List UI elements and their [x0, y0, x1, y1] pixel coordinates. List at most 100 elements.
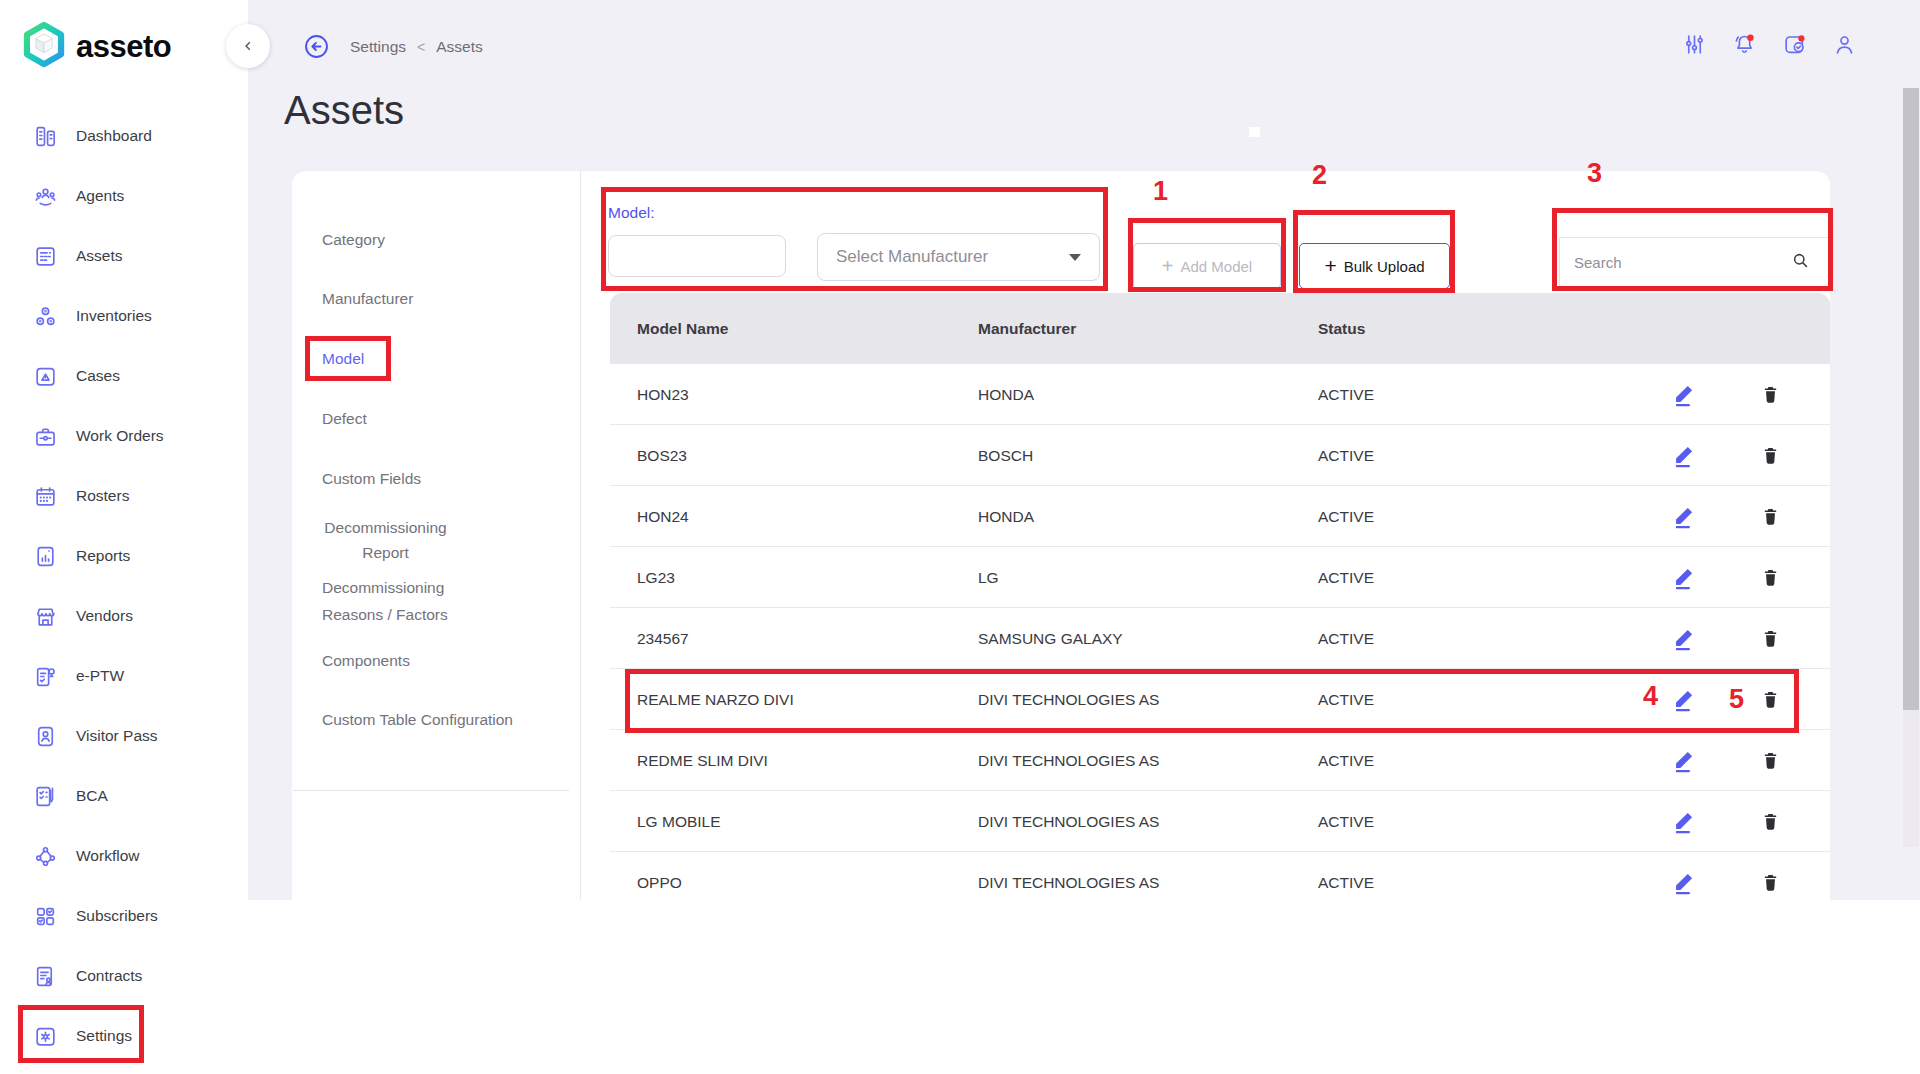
visitor-pass-icon	[33, 724, 58, 749]
delete-icon[interactable]	[1748, 791, 1792, 852]
submenu-item-defect[interactable]: Defect	[322, 409, 367, 429]
table-row: OPPODIVI TECHNOLOGIES ASACTIVE	[610, 852, 1830, 900]
workflow-icon	[33, 844, 58, 869]
assets-icon	[33, 244, 58, 269]
delete-icon[interactable]	[1748, 486, 1792, 547]
cell-status: ACTIVE	[1318, 730, 1374, 791]
cell-manufacturer: DIVI TECHNOLOGIES AS	[978, 791, 1159, 852]
cell-manufacturer: HONDA	[978, 364, 1034, 425]
sidebar-item-dashboard[interactable]: Dashboard	[0, 106, 248, 166]
annotation-number-2: 2	[1312, 160, 1327, 191]
back-button[interactable]	[303, 33, 330, 60]
sidebar-nav: DashboardAgentsAssetsInventoriesCasesWor…	[0, 106, 248, 1066]
sidebar-item-work-orders[interactable]: Work Orders	[0, 406, 248, 466]
delete-icon[interactable]	[1748, 730, 1792, 791]
cell-manufacturer: LG	[978, 547, 999, 608]
sidebar-item-reports[interactable]: Reports	[0, 526, 248, 586]
cell-status: ACTIVE	[1318, 364, 1374, 425]
annotation-number-4: 4	[1643, 681, 1658, 712]
sidebar-item-visitor-pass[interactable]: Visitor Pass	[0, 706, 248, 766]
table-row: LG MOBILEDIVI TECHNOLOGIES ASACTIVE	[610, 791, 1830, 852]
edit-icon[interactable]	[1660, 791, 1706, 852]
notifications-icon[interactable]	[1732, 32, 1760, 60]
cell-manufacturer: SAMSUNG GALAXY	[978, 608, 1123, 669]
annotation-box-settings	[18, 1005, 144, 1063]
filters-icon[interactable]	[1682, 32, 1710, 60]
table-body: HON23HONDAACTIVEBOS23BOSCHACTIVEHON24HON…	[610, 364, 1830, 900]
delete-icon[interactable]	[1748, 608, 1792, 669]
e-ptw-icon	[33, 664, 58, 689]
delete-icon[interactable]	[1748, 547, 1792, 608]
submenu-item-manufacturer[interactable]: Manufacturer	[322, 289, 413, 309]
breadcrumb: Settings < Assets	[350, 38, 483, 56]
sidebar-collapse-button[interactable]	[226, 24, 270, 68]
delete-icon[interactable]	[1748, 425, 1792, 486]
reports-icon	[33, 544, 58, 569]
submenu-item-decommissioning-report[interactable]: Decommissioning Report	[322, 515, 449, 565]
cell-status: ACTIVE	[1318, 852, 1374, 900]
sidebar-item-assets[interactable]: Assets	[0, 226, 248, 286]
submenu-item-category[interactable]: Category	[322, 230, 385, 250]
scrollbar-thumb[interactable]	[1903, 88, 1919, 710]
submenu-item-components[interactable]: Components	[322, 651, 410, 671]
column-header-status: Status	[1318, 293, 1365, 364]
sidebar-item-bca[interactable]: BCA	[0, 766, 248, 826]
edit-icon[interactable]	[1660, 425, 1706, 486]
annotation-box-1-add-model	[1128, 218, 1286, 292]
sidebar-item-agents[interactable]: Agents	[0, 166, 248, 226]
edit-icon[interactable]	[1660, 547, 1706, 608]
scrollbar-track[interactable]	[1903, 88, 1919, 847]
delete-icon[interactable]	[1748, 852, 1792, 900]
sidebar-item-e-ptw[interactable]: e-PTW	[0, 646, 248, 706]
cell-status: ACTIVE	[1318, 486, 1374, 547]
submenu-bottom-divider	[293, 790, 569, 791]
submenu-item-custom-table-configuration[interactable]: Custom Table Configuration	[322, 710, 513, 730]
dashboard-icon	[33, 124, 58, 149]
delete-icon[interactable]	[1748, 364, 1792, 425]
breadcrumb-separator: <	[417, 39, 425, 55]
sidebar-item-subscribers[interactable]: Subscribers	[0, 886, 248, 946]
table-row: HON24HONDAACTIVE	[610, 486, 1830, 547]
approvals-icon[interactable]	[1782, 32, 1810, 60]
logo[interactable]: asseto	[21, 21, 171, 72]
table-row: REDME SLIM DIVIDIVI TECHNOLOGIES ASACTIV…	[610, 730, 1830, 791]
table-row: BOS23BOSCHACTIVE	[610, 425, 1830, 486]
inventories-icon	[33, 304, 58, 329]
cell-manufacturer: DIVI TECHNOLOGIES AS	[978, 852, 1159, 900]
profile-icon[interactable]	[1832, 32, 1860, 60]
cell-status: ACTIVE	[1318, 608, 1374, 669]
annotation-box-2-bulk-upload	[1293, 210, 1455, 293]
sidebar-item-contracts[interactable]: Contracts	[0, 946, 248, 1006]
table-row: LG23LGACTIVE	[610, 547, 1830, 608]
annotation-box-model-menu	[305, 336, 391, 381]
sidebar-item-workflow[interactable]: Workflow	[0, 826, 248, 886]
cell-model-name: BOS23	[637, 425, 687, 486]
annotation-box-realme-row	[625, 669, 1799, 733]
edit-icon[interactable]	[1660, 608, 1706, 669]
sidebar-item-vendors[interactable]: Vendors	[0, 586, 248, 646]
cell-status: ACTIVE	[1318, 547, 1374, 608]
breadcrumb-assets[interactable]: Assets	[436, 38, 483, 56]
breadcrumb-settings[interactable]: Settings	[350, 38, 406, 56]
edit-icon[interactable]	[1660, 486, 1706, 547]
submenu-item-decommissioning-reasons-factors[interactable]: Decommissioning Reasons / Factors	[322, 574, 480, 628]
cell-model-name: HON24	[637, 486, 689, 547]
sidebar-item-inventories[interactable]: Inventories	[0, 286, 248, 346]
vendors-icon	[33, 604, 58, 629]
bca-icon	[33, 784, 58, 809]
edit-icon[interactable]	[1660, 730, 1706, 791]
submenu-item-custom-fields[interactable]: Custom Fields	[322, 469, 421, 489]
asseto-logo-icon	[21, 21, 67, 72]
sidebar: asseto DashboardAgentsAssetsInventoriesC…	[0, 0, 248, 1074]
edit-icon[interactable]	[1660, 364, 1706, 425]
asseto-app: asseto DashboardAgentsAssetsInventoriesC…	[0, 0, 1920, 1074]
cases-icon	[33, 364, 58, 389]
edit-icon[interactable]	[1660, 852, 1706, 900]
artifact-dot	[1249, 127, 1260, 137]
annotation-number-1: 1	[1153, 176, 1168, 207]
sidebar-item-cases[interactable]: Cases	[0, 346, 248, 406]
table-header: Model Name Manufacturer Status	[610, 293, 1830, 364]
sidebar-item-rosters[interactable]: Rosters	[0, 466, 248, 526]
annotation-number-3: 3	[1587, 158, 1602, 189]
page-title: Assets	[284, 88, 404, 133]
